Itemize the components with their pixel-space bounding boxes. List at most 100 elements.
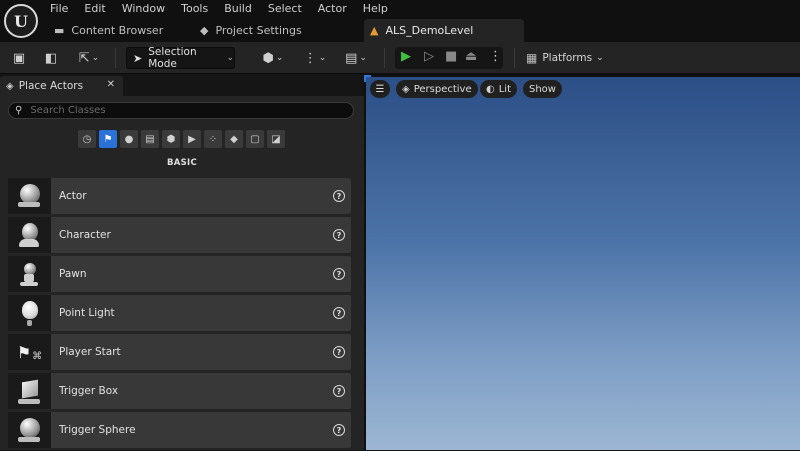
toolbar-divider: [384, 48, 385, 68]
list-item[interactable]: Point Light ?: [8, 295, 351, 331]
help-icon[interactable]: ?: [333, 424, 345, 436]
volumes-icon[interactable]: ⁘: [204, 130, 222, 148]
selection-mode-dropdown[interactable]: ➤ Selection Mode ⌄: [126, 46, 235, 70]
menu-bar: File Edit Window Tools Build Select Acto…: [50, 0, 404, 18]
lights-icon[interactable]: ●: [120, 130, 138, 148]
menu-window[interactable]: Window: [122, 0, 173, 18]
character-icon: [8, 217, 51, 253]
help-icon[interactable]: ?: [333, 190, 345, 202]
trigger-sphere-icon: [8, 412, 51, 448]
folder-icon: ▬: [54, 24, 65, 37]
place-actors-body: ⚲ ◷ ⚑ ● ▤ ⬢ ▶ ⁘ ◆ ▢ ◪ BASIC Actor ? Char…: [0, 96, 364, 450]
save-icon[interactable]: ▣: [8, 47, 30, 69]
list-item-label: Point Light: [59, 307, 115, 319]
blueprints-icon[interactable]: ⋮ ⌄: [300, 47, 330, 69]
list-item[interactable]: ⚑ ⌘ Player Start ?: [8, 334, 351, 370]
help-icon[interactable]: ?: [333, 346, 345, 358]
shapes-icon[interactable]: ▢: [246, 130, 264, 148]
menu-help[interactable]: Help: [363, 0, 396, 18]
category-tabs: ◷ ⚑ ● ▤ ⬢ ▶ ⁘ ◆ ▢ ◪: [78, 130, 288, 148]
category-label: BASIC: [166, 158, 198, 168]
step-icon[interactable]: ▷: [424, 49, 434, 64]
menu-build[interactable]: Build: [224, 0, 260, 18]
platforms-label: Platforms: [542, 52, 593, 64]
help-icon[interactable]: ?: [333, 307, 345, 319]
actor-icon: [8, 178, 51, 214]
eject-icon[interactable]: ⏏: [465, 49, 477, 64]
place-actors-panel: ◈ Place Actors ✕ ⚲ ◷ ⚑ ● ▤ ⬢ ▶ ⁘ ◆ ▢ ◪ B…: [0, 74, 364, 450]
menu-select[interactable]: Select: [268, 0, 310, 18]
help-icon[interactable]: ?: [333, 229, 345, 241]
add-actor-icon[interactable]: ⬢ ⌄: [258, 47, 288, 69]
more-options-icon[interactable]: ⋮: [489, 49, 502, 64]
platforms-icon: ▦: [526, 51, 538, 65]
geometry-icon[interactable]: ▶: [183, 130, 201, 148]
list-item[interactable]: Trigger Box ?: [8, 373, 351, 409]
title-bar: U File Edit Window Tools Build Select Ac…: [0, 0, 800, 42]
tab-content-browser-label: Content Browser: [71, 24, 164, 37]
pawn-icon: [8, 256, 51, 292]
list-item[interactable]: Character ?: [8, 217, 351, 253]
help-icon[interactable]: ?: [333, 385, 345, 397]
more-categories-icon[interactable]: ◪: [267, 130, 285, 148]
toolbar-divider: [115, 48, 116, 68]
list-item-label: Character: [59, 229, 111, 241]
list-item[interactable]: Trigger Sphere ?: [8, 412, 351, 448]
viewport-menu-icon[interactable]: ☰: [370, 80, 390, 98]
recent-icon[interactable]: ◷: [78, 130, 96, 148]
cinematics-icon[interactable]: ▤ ⌄: [341, 47, 371, 69]
list-item[interactable]: Actor ?: [8, 178, 351, 214]
menu-tools[interactable]: Tools: [181, 0, 216, 18]
settings-cube-icon: ◆: [200, 24, 209, 37]
visual-effects-icon[interactable]: ⬢: [162, 130, 180, 148]
actor-list: Actor ? Character ? Pawn ? Point Light ?…: [8, 178, 351, 451]
transform-mode-icon[interactable]: ⇱ ⌄: [74, 47, 104, 69]
menu-actor[interactable]: Actor: [318, 0, 355, 18]
help-icon[interactable]: ?: [333, 268, 345, 280]
player-start-icon: ⚑ ⌘: [8, 334, 51, 370]
editor-tabs: ▬ Content Browser ◆ Project Settings ▲ A…: [44, 19, 524, 42]
close-icon[interactable]: ✕: [107, 79, 115, 90]
tab-level[interactable]: ▲ ALS_DemoLevel: [364, 19, 524, 42]
source-control-icon[interactable]: ◧: [40, 47, 62, 69]
platforms-dropdown[interactable]: ▦ Platforms ⌄: [526, 47, 604, 69]
perspective-label: Perspective: [413, 83, 472, 95]
tab-content-browser[interactable]: ▬ Content Browser: [44, 19, 184, 42]
unreal-logo-icon[interactable]: U: [4, 4, 38, 38]
selection-mode-label: Selection Mode: [148, 46, 197, 70]
place-actors-tab[interactable]: ◈ Place Actors ✕: [0, 76, 123, 96]
list-item[interactable]: Pawn ?: [8, 256, 351, 292]
list-item-label: Player Start: [59, 346, 121, 358]
basic-category-icon[interactable]: ⚑: [99, 130, 117, 148]
viewport-focus-corner: [364, 75, 371, 82]
chevron-down-icon: ⌄: [226, 53, 234, 63]
place-actors-icon: ◈: [6, 80, 14, 92]
list-item-label: Trigger Box: [59, 385, 119, 397]
point-light-icon: [8, 295, 51, 331]
tab-project-settings-label: Project Settings: [215, 24, 302, 37]
level-icon: ▲: [370, 24, 379, 37]
lit-label: Lit: [498, 83, 512, 95]
all-classes-icon[interactable]: ◆: [225, 130, 243, 148]
play-icon[interactable]: ▶: [401, 49, 411, 64]
show-button[interactable]: Show: [523, 80, 562, 98]
cinematic-icon[interactable]: ▤: [141, 130, 159, 148]
menu-file[interactable]: File: [50, 0, 76, 18]
tab-project-settings[interactable]: ◆ Project Settings: [190, 19, 346, 42]
stop-icon[interactable]: ■: [445, 49, 457, 64]
toolbar-divider: [514, 48, 515, 68]
place-actors-title: Place Actors: [18, 80, 84, 92]
show-label: Show: [529, 83, 556, 95]
list-item-label: Pawn: [59, 268, 87, 280]
level-viewport[interactable]: [366, 77, 800, 450]
main-toolbar: ▣ ◧ ⇱ ⌄ ➤ Selection Mode ⌄ ⬢ ⌄ ⋮ ⌄ ▤ ⌄ ▶ ▷ ■…: [0, 42, 800, 74]
search-input[interactable]: [28, 104, 329, 117]
lit-button[interactable]: ◐ Lit: [480, 80, 518, 98]
perspective-button[interactable]: ◈ Perspective: [396, 80, 478, 98]
menu-edit[interactable]: Edit: [84, 0, 113, 18]
chevron-down-icon: ⌄: [596, 53, 604, 63]
cursor-arrow-icon: ➤: [133, 51, 143, 65]
list-item-label: Trigger Sphere: [59, 424, 136, 436]
search-icon: ⚲: [15, 105, 23, 116]
perspective-cube-icon: ◈: [402, 83, 410, 95]
